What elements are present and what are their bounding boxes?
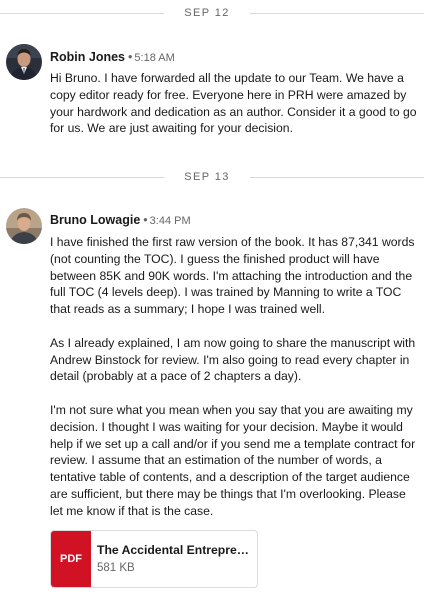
- avatar[interactable]: [6, 44, 42, 80]
- divider-line: [250, 177, 424, 178]
- message-time: 5:18 AM: [134, 52, 175, 64]
- separator-dot: •: [143, 213, 148, 227]
- divider-line: [0, 13, 164, 14]
- sender-name[interactable]: Robin Jones: [50, 50, 125, 64]
- date-label: SEP 13: [184, 171, 230, 183]
- date-divider: SEP 12: [0, 6, 424, 22]
- date-divider: SEP 13: [0, 170, 424, 186]
- message-header: Bruno Lowagie • 3:44 PM: [50, 212, 191, 229]
- message-paragraph: I have finished the first raw version of…: [50, 235, 415, 317]
- separator-dot: •: [128, 50, 133, 64]
- robin-jones-avatar-icon: [6, 44, 42, 80]
- message-body: I have finished the first raw version of…: [50, 234, 418, 520]
- message-paragraph: I'm not sure what you mean when you say …: [50, 402, 416, 518]
- file-attachment[interactable]: PDF The Accidental Entrepreneur 581 KB: [50, 530, 258, 588]
- attachment-file-name[interactable]: The Accidental Entrepreneur: [97, 543, 255, 557]
- divider-line: [0, 177, 164, 178]
- message-paragraph: As I already explained, I am now going t…: [50, 335, 416, 384]
- bruno-lowagie-avatar-icon: [6, 208, 42, 244]
- message-header: Robin Jones • 5:18 AM: [50, 49, 175, 66]
- avatar[interactable]: [6, 208, 42, 244]
- attachment-file-size: 581 KB: [97, 562, 135, 574]
- pdf-file-icon: PDF: [51, 531, 91, 587]
- message-time: 3:44 PM: [149, 215, 191, 227]
- date-label: SEP 12: [184, 7, 230, 19]
- message-paragraph: Hi Bruno. I have forwarded all the updat…: [50, 71, 417, 136]
- divider-line: [250, 13, 424, 14]
- message-body: Hi Bruno. I have forwarded all the updat…: [50, 70, 418, 137]
- sender-name[interactable]: Bruno Lowagie: [50, 213, 140, 227]
